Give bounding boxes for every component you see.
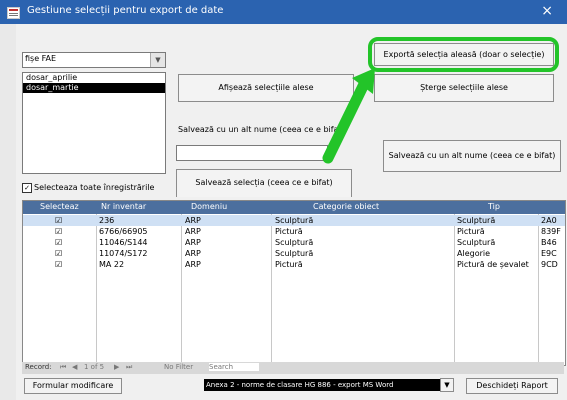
chevron-down-icon[interactable]: ▼ xyxy=(150,53,165,67)
col-header-nr-inventar[interactable]: Nr inventar xyxy=(101,202,146,211)
cell-nr-inventar: MA 22 xyxy=(99,260,125,269)
no-filter-label[interactable]: No Filter xyxy=(164,363,193,371)
cell-domeniu: ARP xyxy=(185,227,201,236)
cell-code: B46 xyxy=(541,238,557,247)
cell-categorie: Sculptură xyxy=(275,238,314,247)
formular-modificare-button[interactable]: Formular modificare xyxy=(24,378,122,394)
cell-domeniu: ARP xyxy=(185,238,201,247)
cell-code: 2A0 xyxy=(541,216,557,225)
title-bar: Gestiune selecții pentru export de date … xyxy=(0,0,567,24)
cell-domeniu: ARP xyxy=(185,249,201,258)
cell-categorie: Sculptură xyxy=(275,249,314,258)
cell-categorie: Pictură xyxy=(275,260,303,269)
cell-code: 9CD xyxy=(541,260,558,269)
table-header: Selecteaz Nr inventar Domeniu Categorie … xyxy=(23,201,565,214)
highlight-box xyxy=(368,37,559,72)
cell-categorie: Pictură xyxy=(275,227,303,236)
filter-combo-value: fișe FAE xyxy=(25,54,57,63)
table-row[interactable]: ☑ 11046/S144 ARP Sculptură Sculptură B46 xyxy=(23,237,565,248)
cell-nr-inventar: 11046/S144 xyxy=(99,238,148,247)
col-header-categorie[interactable]: Categorie obiect xyxy=(313,202,379,211)
record-navigator: Record: ⏮ ◀ 1 of 5 ▶ ⏭ No Filter Search xyxy=(22,362,564,374)
window-title: Gestiune selecții pentru export de date xyxy=(27,5,224,16)
cell-tip: Pictură de șevalet xyxy=(457,260,529,269)
record-position[interactable]: 1 of 5 xyxy=(84,363,104,371)
row-checkbox[interactable]: ☑ xyxy=(55,226,62,237)
delete-selections-button[interactable]: Șterge selecțiile alese xyxy=(374,74,554,102)
table-row[interactable]: ☑ 11074/S172 ARP Sculptură Alegorie E9C xyxy=(23,248,565,259)
chevron-down-icon[interactable]: ▼ xyxy=(440,378,454,392)
cell-tip: Pictură xyxy=(457,227,485,236)
cell-categorie: Sculptură xyxy=(275,216,314,225)
cell-tip: Sculptură xyxy=(457,216,496,225)
cell-nr-inventar: 11074/S172 xyxy=(99,249,148,258)
col-header-domeniu[interactable]: Domeniu xyxy=(191,202,227,211)
cell-tip: Alegorie xyxy=(457,249,491,258)
list-item[interactable]: dosar_aprilie xyxy=(23,73,165,83)
cell-code: 839F xyxy=(541,227,561,236)
form-icon xyxy=(7,7,20,19)
table-row[interactable]: ☑ MA 22 ARP Pictură Pictură de șevalet 9… xyxy=(23,259,565,270)
cell-tip: Sculptură xyxy=(457,238,496,247)
table-row[interactable]: ☑ 236 ARP Sculptură Sculptură 2A0 xyxy=(23,215,565,226)
cell-domeniu: ARP xyxy=(185,216,201,225)
col-header-selecteaza[interactable]: Selecteaz xyxy=(40,202,79,211)
row-checkbox[interactable]: ☑ xyxy=(55,215,62,226)
close-icon[interactable]: × xyxy=(541,3,553,19)
list-item[interactable]: dosar_martie xyxy=(23,83,165,93)
select-all-label: Selecteaza toate înregistrările xyxy=(34,183,155,192)
next-record-icon[interactable]: ▶ xyxy=(114,363,119,371)
filter-combo[interactable]: fișe FAE ▼ xyxy=(22,52,166,68)
save-selection-button[interactable]: Salvează selecția (ceea ce e bifat) xyxy=(176,169,352,197)
table-row[interactable]: ☑ 6766/66905 ARP Pictură Pictură 839F xyxy=(23,226,565,237)
arrow-icon xyxy=(322,68,375,164)
report-select[interactable]: Anexa 2 - norme de clasare HG 886 - expo… xyxy=(204,379,440,391)
save-as-name-input[interactable] xyxy=(176,145,328,161)
last-record-icon[interactable]: ⏭ xyxy=(126,363,132,372)
select-all-checkbox[interactable]: ✓ xyxy=(22,183,32,193)
row-checkbox[interactable]: ☑ xyxy=(55,237,62,248)
cell-nr-inventar: 236 xyxy=(99,216,115,225)
open-report-button[interactable]: Deschideți Raport xyxy=(466,378,558,394)
col-header-tip[interactable]: Tip xyxy=(488,202,500,211)
records-table: Selecteaz Nr inventar Domeniu Categorie … xyxy=(22,200,566,366)
prev-record-icon[interactable]: ◀ xyxy=(72,363,77,371)
search-input[interactable]: Search xyxy=(209,363,259,371)
cell-code: E9C xyxy=(541,249,557,258)
cell-domeniu: ARP xyxy=(185,260,201,269)
save-as-button[interactable]: Salvează cu un alt nume (ceea ce e bifat… xyxy=(383,140,561,172)
first-record-icon[interactable]: ⏮ xyxy=(60,363,66,372)
row-checkbox[interactable]: ☑ xyxy=(55,259,62,270)
selections-listbox[interactable]: dosar_aprilie dosar_martie xyxy=(22,72,166,174)
row-checkbox[interactable]: ☑ xyxy=(55,248,62,259)
cell-nr-inventar: 6766/66905 xyxy=(99,227,148,236)
record-label: Record: xyxy=(25,363,52,371)
